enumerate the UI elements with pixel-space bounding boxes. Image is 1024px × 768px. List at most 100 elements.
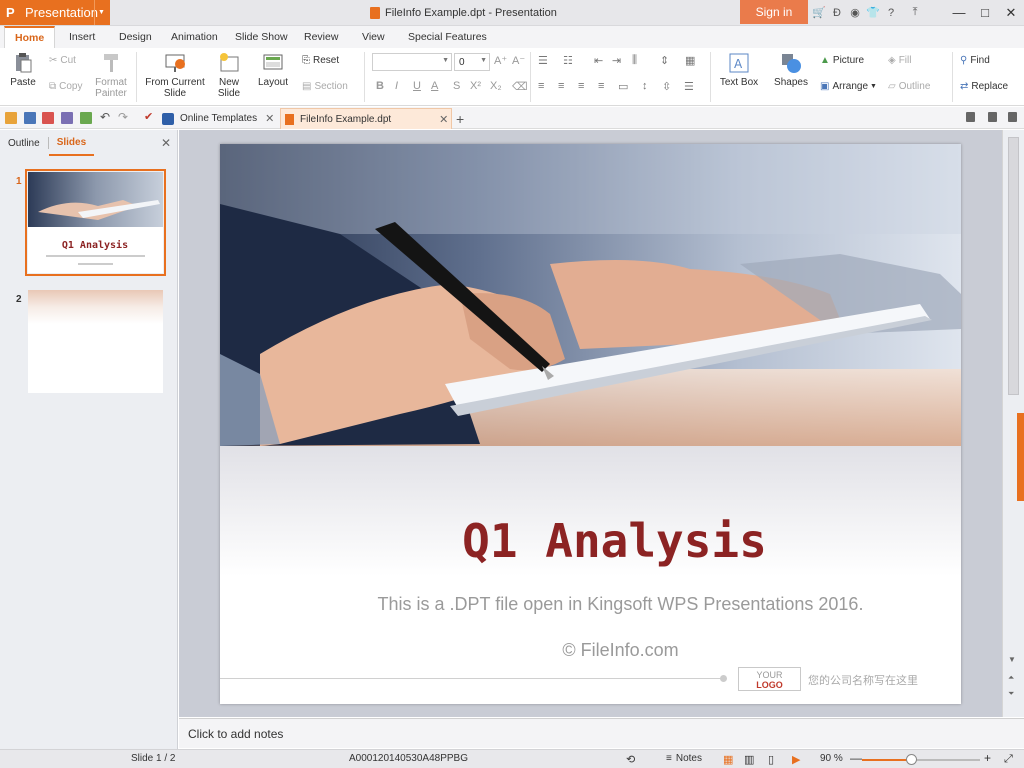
customize-icon[interactable]: ✔: [144, 110, 156, 123]
reading-view-icon[interactable]: ▯: [768, 753, 774, 766]
play-slideshow-icon[interactable]: ▶: [792, 753, 800, 766]
find-button[interactable]: ⚲ Find: [960, 55, 990, 66]
tab-review[interactable]: Review: [304, 26, 338, 48]
upload-icon[interactable]: ⤒: [908, 6, 922, 20]
underline-icon[interactable]: U: [413, 80, 421, 92]
tab-slide-show[interactable]: Slide Show: [235, 26, 288, 48]
close-icon[interactable]: ✕: [265, 112, 274, 125]
bold-icon[interactable]: B: [376, 80, 384, 92]
dict-icon[interactable]: Ð: [830, 6, 844, 20]
cut-button[interactable]: ✂ Cut: [49, 55, 76, 66]
new-tab-button[interactable]: +: [456, 108, 464, 129]
minimize-icon[interactable]: —: [946, 0, 972, 25]
paragraph-spacing-icon[interactable]: ⇳: [662, 80, 671, 93]
fill-button[interactable]: ◈ Fill: [888, 55, 911, 66]
print-icon[interactable]: [61, 112, 73, 124]
zoom-level[interactable]: 90 %: [820, 753, 843, 764]
scroll-down-icon[interactable]: ▼: [1008, 655, 1016, 664]
layout-button[interactable]: Layout: [254, 52, 292, 88]
distribute-icon[interactable]: ▭: [618, 80, 628, 93]
close-icon[interactable]: ✕: [998, 0, 1024, 25]
justify-icon[interactable]: ≡: [598, 80, 604, 92]
zoom-in-icon[interactable]: +: [984, 751, 991, 765]
copy-button[interactable]: ⧉ Copy: [49, 81, 83, 92]
zoom-out-icon[interactable]: —: [850, 751, 862, 765]
tab-slides[interactable]: Slides: [48, 130, 95, 156]
close-icon[interactable]: ✕: [439, 113, 448, 126]
format-painter-button[interactable]: Format Painter: [92, 52, 130, 99]
bullets-icon[interactable]: ☰: [538, 54, 548, 67]
shrink-font-icon[interactable]: A⁻: [512, 54, 525, 67]
outline-button[interactable]: ▱ Outline: [888, 81, 930, 92]
slide-thumbnail-1[interactable]: Q1 Analysis: [25, 169, 166, 276]
cart-icon[interactable]: 🛒: [812, 6, 826, 20]
app-menu-button[interactable]: P Presentation ▼: [0, 0, 110, 25]
notes-pane[interactable]: Click to add notes: [179, 718, 1024, 748]
slide-copyright[interactable]: © FileInfo.com: [220, 640, 961, 661]
text-box-button[interactable]: A Text Box: [716, 52, 762, 88]
slide-sorter-icon[interactable]: ▥: [744, 753, 754, 766]
sign-in-button[interactable]: Sign in: [740, 0, 808, 24]
shapes-button[interactable]: Shapes: [770, 52, 812, 88]
tab-design[interactable]: Design: [119, 26, 152, 48]
online-templates-tab[interactable]: Online Templates ✕: [162, 108, 276, 129]
reset-button[interactable]: ⎘ Reset: [302, 55, 339, 66]
normal-view-icon[interactable]: ▦: [723, 753, 733, 766]
chevron-down-icon[interactable]: ▼: [94, 0, 108, 25]
paste-button[interactable]: Paste: [7, 52, 39, 88]
slide-thumbnail-2[interactable]: [28, 290, 163, 393]
subscript-icon[interactable]: X₂: [490, 80, 502, 92]
font-size-select[interactable]: 0 ▼: [454, 53, 490, 71]
scroll-thumb[interactable]: [1008, 137, 1019, 395]
from-current-slide-button[interactable]: From Current Slide: [143, 52, 207, 99]
replace-button[interactable]: ⇄ Replace: [960, 81, 1008, 92]
strikethrough-icon[interactable]: S: [453, 80, 460, 92]
tab-animation[interactable]: Animation: [171, 26, 218, 48]
company-name-text[interactable]: 您的公司名称写在这里: [808, 672, 918, 688]
align-left-icon[interactable]: ≡: [538, 80, 544, 92]
notes-toggle[interactable]: ≡ Notes: [666, 753, 702, 764]
redo-icon[interactable]: ↷: [118, 110, 130, 124]
open-icon[interactable]: [5, 112, 17, 124]
export-pdf-icon[interactable]: [42, 112, 54, 124]
font-color-icon[interactable]: A: [431, 80, 438, 92]
italic-icon[interactable]: I: [395, 80, 398, 92]
clear-format-icon[interactable]: ⌫: [512, 80, 528, 93]
tab-home[interactable]: Home: [4, 26, 56, 48]
maximize-icon[interactable]: □: [972, 0, 998, 25]
increase-indent-icon[interactable]: ⇥: [612, 54, 621, 67]
next-slide-icon[interactable]: ⏷: [1008, 689, 1014, 699]
sync-icon[interactable]: ◉: [848, 6, 862, 20]
tab-view[interactable]: View: [362, 26, 385, 48]
file-tab[interactable]: FileInfo Example.dpt ✕: [280, 108, 452, 129]
line-spacing-icon[interactable]: ↕: [642, 80, 648, 92]
arrange-button[interactable]: ▣ Arrange ▼: [820, 81, 877, 92]
new-slide-button[interactable]: New Slide: [214, 52, 244, 99]
paragraph-icon[interactable]: ☰: [684, 80, 694, 93]
slide-title[interactable]: Q1 Analysis: [220, 514, 961, 568]
tab-insert[interactable]: Insert: [69, 26, 95, 48]
settings-icon[interactable]: [1008, 112, 1017, 122]
picture-button[interactable]: ▲ Picture: [820, 55, 864, 66]
fit-window-icon[interactable]: ⤢: [1004, 753, 1013, 766]
font-name-select[interactable]: ▼: [372, 53, 452, 71]
text-direction-icon[interactable]: ⫼: [632, 54, 637, 67]
save-icon[interactable]: [24, 112, 36, 124]
zoom-slider[interactable]: [862, 754, 980, 765]
skin-icon[interactable]: 👕: [866, 6, 880, 20]
previous-slide-icon[interactable]: ⏶: [1008, 673, 1014, 683]
numbering-icon[interactable]: ☷: [563, 54, 573, 67]
undo-icon[interactable]: ↶: [100, 110, 112, 124]
view-icon[interactable]: [966, 112, 975, 122]
logo-placeholder[interactable]: YOUR LOGO: [738, 667, 801, 691]
columns-icon[interactable]: ▦: [685, 54, 695, 67]
superscript-icon[interactable]: X²: [470, 80, 481, 92]
zoom-handle[interactable]: [905, 754, 917, 765]
backup-icon[interactable]: ⟲: [626, 753, 635, 766]
section-button[interactable]: ▤ Section: [302, 81, 348, 92]
decrease-indent-icon[interactable]: ⇤: [594, 54, 603, 67]
side-panel-toggle[interactable]: [1017, 413, 1024, 501]
align-right-icon[interactable]: ≡: [578, 80, 584, 92]
slide-subtitle[interactable]: This is a .DPT file open in Kingsoft WPS…: [220, 594, 961, 615]
print-preview-icon[interactable]: [80, 112, 92, 124]
